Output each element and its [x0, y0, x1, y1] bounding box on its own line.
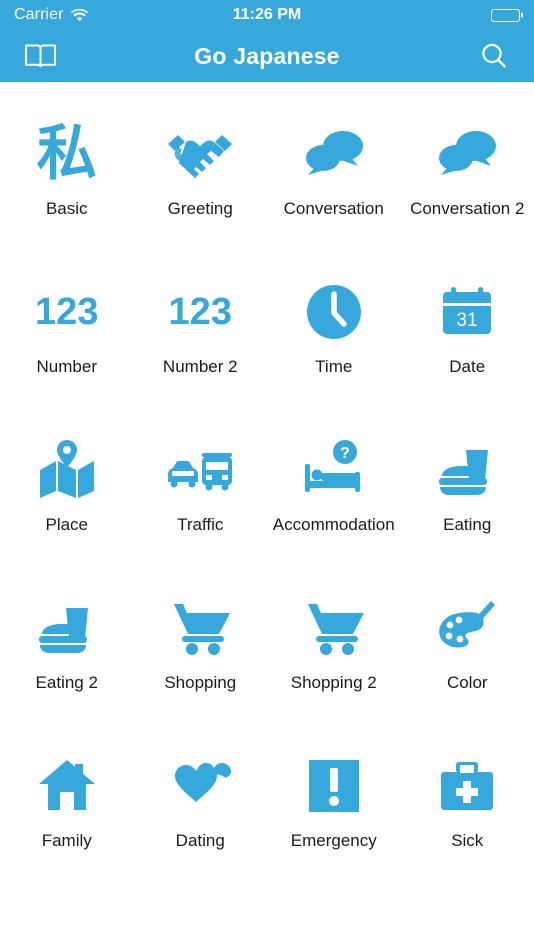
burger-drink-icon: [401, 424, 534, 516]
palette-brush-icon: [401, 582, 534, 674]
grid-item-label: Conversation: [283, 199, 384, 218]
grid-item-label: Greeting: [167, 199, 233, 218]
hearts-icon: [134, 740, 268, 832]
burger-drink-icon: [0, 582, 134, 674]
battery-full-icon: [491, 8, 520, 22]
book-icon: [24, 42, 57, 70]
grid-item-label: Dating: [175, 831, 225, 850]
grid-item-dating[interactable]: Dating: [134, 728, 268, 886]
grid-item-label: Emergency: [290, 831, 377, 850]
bed-question-icon: ?: [267, 424, 401, 516]
grid-item-date[interactable]: 31 Date: [401, 254, 534, 412]
grid-item-label: Shopping: [164, 673, 237, 692]
shopping-cart-icon: [267, 582, 401, 674]
grid-item-eating[interactable]: Eating: [401, 412, 534, 570]
grid-item-label: Shopping 2: [290, 673, 377, 692]
grid-item-basic[interactable]: 私 Basic: [0, 96, 134, 254]
grid-item-label: Color: [446, 673, 488, 692]
grid-item-conversation[interactable]: Conversation: [267, 96, 401, 254]
speech-bubbles-icon: [401, 108, 534, 200]
carrier-label: Carrier: [14, 6, 64, 23]
grid-item-shopping[interactable]: Shopping: [134, 570, 268, 728]
numbers-glyph: 123: [35, 291, 99, 333]
house-icon: [0, 740, 134, 832]
clock-icon: [267, 266, 401, 358]
grid-item-place[interactable]: Place: [0, 412, 134, 570]
grid-item-label: Eating: [443, 515, 492, 534]
grid-item-label: Conversation 2: [410, 199, 525, 218]
calendar-icon: 31: [401, 266, 534, 358]
search-icon: [479, 41, 509, 71]
grid-item-label: Number: [36, 357, 97, 376]
search-button[interactable]: [472, 34, 516, 78]
grid-item-label: Time: [315, 357, 353, 376]
map-pin-icon: [0, 424, 134, 516]
numbers-glyph: 123: [168, 291, 232, 333]
numbers-123-icon: 123: [134, 266, 268, 358]
grid-item-label: Sick: [451, 831, 484, 850]
app-root: Carrier 11:26 PM Go Japanese 私 Basic Gre…: [0, 0, 534, 950]
status-bar-left: Carrier: [14, 6, 88, 24]
grid-item-emergency[interactable]: Emergency: [267, 728, 401, 886]
grid-item-sick[interactable]: Sick: [401, 728, 534, 886]
grid-item-number[interactable]: 123 Number: [0, 254, 134, 412]
grid-item-label: Eating 2: [35, 673, 98, 692]
speech-bubbles-icon: [267, 108, 401, 200]
grid-item-time[interactable]: Time: [267, 254, 401, 412]
grid-item-greeting[interactable]: Greeting: [134, 96, 268, 254]
grid-item-family[interactable]: Family: [0, 728, 134, 886]
grid-item-label: Place: [45, 515, 89, 534]
grid-item-shopping-2[interactable]: Shopping 2: [267, 570, 401, 728]
grid-item-label: Number 2: [162, 357, 238, 376]
grid-item-label: Date: [449, 357, 486, 376]
grid-item-color[interactable]: Color: [401, 570, 534, 728]
kanji-glyph: 私: [36, 119, 97, 189]
grid-item-label: Accommodation: [272, 515, 395, 534]
calendar-day-number: 31: [457, 310, 478, 331]
navigation-bar: Go Japanese: [0, 30, 534, 82]
grid-item-accommodation[interactable]: ? Accommodation: [267, 412, 401, 570]
status-bar: Carrier 11:26 PM: [0, 0, 534, 30]
kanji-watashi-icon: 私: [0, 108, 134, 200]
page-title: Go Japanese: [194, 42, 340, 69]
shopping-cart-icon: [134, 582, 268, 674]
grid-item-label: Traffic: [177, 515, 224, 534]
book-button[interactable]: [18, 34, 62, 78]
grid-item-traffic[interactable]: Traffic: [134, 412, 268, 570]
question-mark-glyph: ?: [340, 445, 350, 462]
wifi-icon: [70, 8, 88, 22]
category-grid: 私 Basic Greeting Conversation Conversati…: [0, 82, 534, 950]
grid-item-number-2[interactable]: 123 Number 2: [134, 254, 268, 412]
status-bar-right: [491, 8, 520, 22]
medical-kit-icon: [401, 740, 534, 832]
numbers-123-icon: 123: [0, 266, 134, 358]
grid-item-conversation-2[interactable]: Conversation 2: [401, 96, 534, 254]
grid-item-label: Basic: [45, 199, 88, 218]
exclamation-square-icon: [267, 740, 401, 832]
handshake-icon: [134, 108, 268, 200]
taxi-bus-icon: [134, 424, 268, 516]
grid-item-eating-2[interactable]: Eating 2: [0, 570, 134, 728]
grid-item-label: Family: [41, 831, 92, 850]
